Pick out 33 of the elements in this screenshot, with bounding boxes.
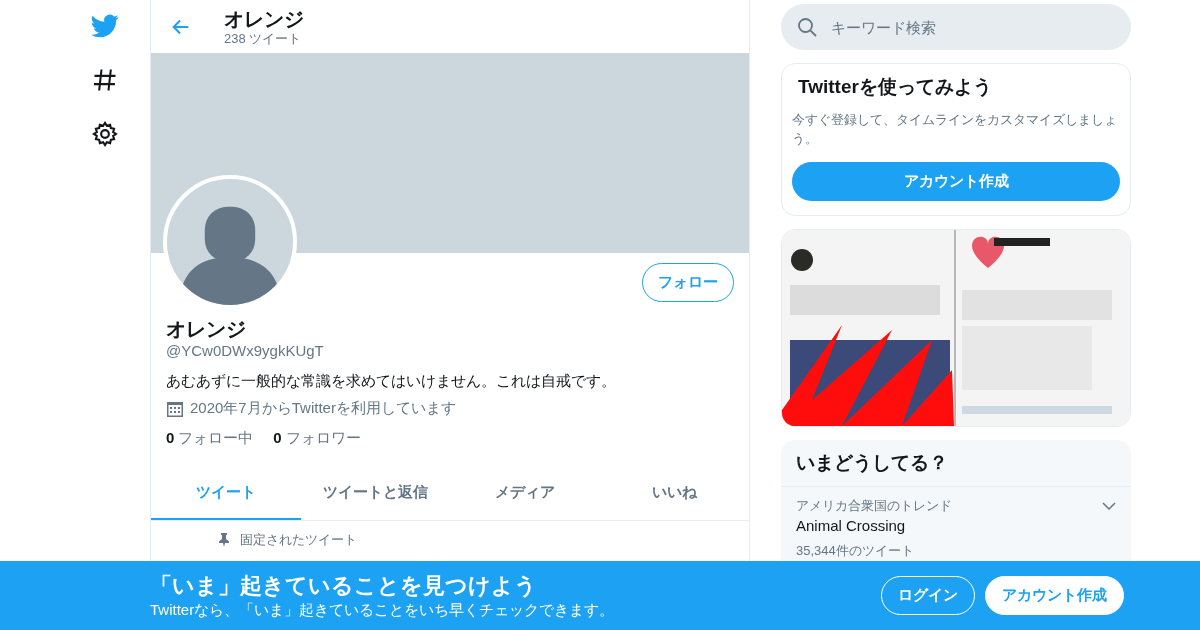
search-field[interactable]: キーワード検索 <box>781 4 1131 50</box>
trend-count: 35,344件のツイート <box>796 542 915 560</box>
profile-title: オレンジ <box>224 6 304 31</box>
followers-label[interactable]: フォロワー <box>285 428 361 448</box>
pinned-label: 固定されたツイート <box>240 531 357 549</box>
profile-handle: @YCw0DWx9ygkKUgT <box>166 341 325 361</box>
chevron-down-icon[interactable] <box>1102 502 1116 510</box>
profile-tab[interactable]: ツイートと返信 <box>300 466 450 520</box>
pin-icon <box>218 533 230 547</box>
signup-button[interactable]: アカウント作成 <box>792 162 1120 201</box>
tweet-count: 238 ツイート <box>224 30 303 47</box>
trends-title: いまどうしてる？ <box>781 440 1131 487</box>
bottom-bar-text: Twitterなら、「いま」起きていることをいち早くチェックできます。 <box>150 599 615 620</box>
profile-tab[interactable]: いいね <box>599 466 749 520</box>
card-title: Twitterを使ってみよう <box>797 75 993 99</box>
follow-button[interactable]: フォロー <box>642 263 734 302</box>
trend-context: アメリカ合衆国のトレンド <box>796 497 952 515</box>
card-text: 今すぐ登録して、タイムラインをカスタマイズしましょう。 <box>792 111 1118 148</box>
profile-name: オレンジ <box>166 317 247 341</box>
following-count[interactable]: 0 <box>166 428 175 448</box>
bottom-bar-title: 「いま」起きていることを見つけよう <box>150 571 538 600</box>
calendar-icon <box>166 399 184 418</box>
join-date: 2020年7月からTwitterを利用しています <box>190 399 456 418</box>
signup-button[interactable]: アカウント作成 <box>985 576 1124 615</box>
trend-name[interactable]: Animal Crossing <box>796 517 1116 534</box>
hashtag-icon[interactable] <box>91 66 119 94</box>
following-label[interactable]: フォロー中 <box>178 428 254 448</box>
followers-count[interactable]: 0 <box>273 428 282 448</box>
bird-icon[interactable] <box>91 12 119 40</box>
profile-bio: あむあずに一般的な常識を求めてはいけません。これは自戒です。 <box>166 371 617 391</box>
settings-icon[interactable] <box>91 120 119 148</box>
profile-tab[interactable]: メディア <box>450 466 600 520</box>
profile-tab[interactable]: ツイート <box>151 466 301 520</box>
